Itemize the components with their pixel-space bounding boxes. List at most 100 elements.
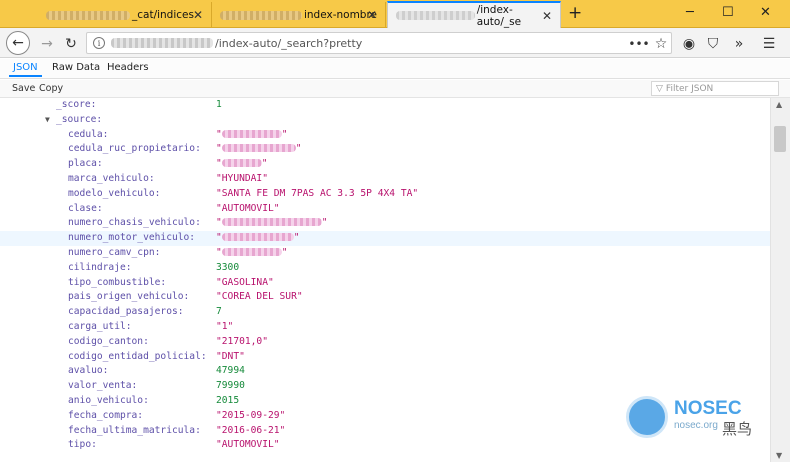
new-tab-icon[interactable]: + — [568, 3, 582, 23]
redaction-blur — [221, 159, 262, 168]
json-row[interactable]: valor_venta: 79990 — [0, 379, 770, 394]
json-value: 1 — [216, 99, 222, 110]
json-value: "SANTA FE DM 7PAS AC 3.3 5P 4X4 TA" — [216, 187, 419, 199]
scroll-up-icon[interactable]: ▲ — [776, 100, 782, 109]
json-value: 3300 — [216, 261, 240, 273]
tab-headers[interactable]: Headers — [107, 62, 149, 73]
json-key: numero_motor_vehiculo: — [68, 232, 196, 244]
json-key: _source: — [56, 113, 103, 125]
redacted-host — [396, 11, 475, 20]
json-row[interactable]: carga_util: "1" — [0, 320, 770, 335]
json-key: codigo_canton: — [68, 335, 149, 347]
reload-icon[interactable]: ↻ — [60, 33, 82, 55]
json-row-score[interactable]: _score: 1 — [0, 98, 770, 113]
redacted-host — [220, 10, 302, 20]
json-row[interactable]: codigo_entidad_policial: "DNT" — [0, 350, 770, 365]
close-icon[interactable]: ✕ — [193, 8, 203, 22]
watermark: NOSEC nosec.org 黑鸟 — [624, 394, 774, 444]
json-key: fecha_ultima_matricula: — [68, 424, 201, 436]
redaction-blur — [221, 233, 294, 242]
scrollbar-thumb[interactable] — [774, 126, 786, 152]
tab-index-nombre[interactable]: index-nombre ✕ — [212, 2, 386, 28]
more-dots-icon[interactable]: ••• — [628, 33, 650, 55]
json-key: numero_camv_cpn: — [68, 247, 161, 258]
json-key: numero_chasis_vehiculo: — [68, 217, 201, 229]
filter-json-input[interactable]: ▽ Filter JSON — [651, 81, 779, 96]
json-value: "HYUNDAI" — [216, 173, 268, 184]
json-row[interactable]: pais_origen_vehiculo: "COREA DEL SUR" — [0, 290, 770, 305]
save-button[interactable]: Save — [12, 83, 35, 94]
redaction-blur — [221, 129, 282, 138]
json-row[interactable]: avaluo: 47994 — [0, 364, 770, 379]
json-row[interactable]: numero_motor_vehiculo: " " — [0, 231, 770, 246]
filter-placeholder: Filter JSON — [665, 83, 714, 94]
expand-triangle-icon[interactable]: ▼ — [45, 113, 50, 128]
forward-arrow-icon[interactable]: → — [36, 33, 58, 55]
nosec-logo-icon — [626, 396, 668, 438]
json-value: "DNT" — [216, 350, 245, 362]
tab-index-auto[interactable]: /index-auto/_se ✕ — [387, 1, 561, 28]
scroll-down-icon[interactable]: ▼ — [776, 451, 782, 460]
json-row[interactable]: modelo_vehiculo: "SANTA FE DM 7PAS AC 3.3… — [0, 187, 770, 202]
json-key: placa: — [68, 158, 103, 170]
json-key: capacidad_pasajeros: — [68, 306, 184, 318]
pocket-icon[interactable]: ◉ — [678, 33, 700, 55]
json-row[interactable]: numero_camv_cpn: " " — [0, 246, 770, 261]
json-row[interactable]: cedula_ruc_propietario: " " — [0, 142, 770, 157]
tab-label: /index-auto/_se — [476, 3, 522, 28]
redacted-value: " " — [216, 217, 328, 229]
json-value: "2016-06-21" — [216, 424, 286, 436]
json-row[interactable]: cilindraje: 3300 — [0, 261, 770, 276]
json-key: _score: — [56, 99, 97, 110]
json-row[interactable]: tipo_combustible: "GASOLINA" — [0, 276, 770, 291]
back-arrow-icon[interactable]: ← — [6, 31, 30, 55]
json-key: modelo_vehiculo: — [68, 187, 161, 199]
json-viewer-tabs: JSON Raw Data Headers — [0, 59, 790, 79]
redaction-blur — [221, 218, 322, 227]
json-key: cedula: — [68, 128, 109, 140]
navigation-bar: ← → ↻ i /index-auto/_search?pretty ••• ☆… — [0, 28, 790, 58]
info-icon[interactable]: i — [93, 37, 105, 49]
json-key: marca_vehiculo: — [68, 173, 155, 184]
maximize-icon[interactable]: ☐ — [722, 5, 734, 20]
json-key: valor_venta: — [68, 380, 138, 392]
tab-cat-indices[interactable]: _cat/indices ✕ — [38, 2, 212, 28]
overflow-chevron-icon[interactable]: » — [728, 33, 750, 55]
menu-icon[interactable]: ☰ — [758, 33, 780, 55]
json-row[interactable]: clase: "AUTOMOVIL" — [0, 202, 770, 217]
copy-button[interactable]: Copy — [39, 83, 63, 94]
json-key: cedula_ruc_propietario: — [68, 143, 201, 155]
url-bar[interactable]: i /index-auto/_search?pretty — [86, 32, 672, 54]
watermark-brand: NOSEC — [674, 398, 742, 419]
json-row-source[interactable]: ▼ _source: — [0, 113, 770, 128]
shield-icon[interactable]: ⛉ — [702, 33, 724, 55]
redacted-value: " " — [216, 247, 288, 258]
watermark-cn: 黑鸟 — [722, 420, 753, 438]
json-toolbar: Save Copy ▽ Filter JSON — [0, 80, 790, 98]
watermark-sub: nosec.org — [674, 420, 718, 431]
close-window-icon[interactable]: ✕ — [760, 5, 771, 20]
json-key: avaluo: — [68, 365, 109, 377]
json-row[interactable]: cedula: " " — [0, 128, 770, 143]
json-row[interactable]: codigo_canton: "21701,0" — [0, 335, 770, 350]
json-row[interactable]: numero_chasis_vehiculo: " " — [0, 216, 770, 231]
bookmark-star-icon[interactable]: ☆ — [650, 33, 672, 55]
tab-json[interactable]: JSON — [9, 62, 42, 77]
close-icon[interactable]: ✕ — [367, 8, 377, 22]
json-value: "COREA DEL SUR" — [216, 291, 303, 303]
json-row[interactable]: placa: " " — [0, 157, 770, 172]
redacted-value: " " — [216, 143, 302, 155]
close-icon[interactable]: ✕ — [542, 9, 552, 23]
json-value: "1" — [216, 321, 234, 332]
json-row[interactable]: capacidad_pasajeros: 7 — [0, 305, 770, 320]
tab-label: _cat/indices — [132, 9, 194, 21]
json-value: 47994 — [216, 365, 245, 377]
json-key: clase: — [68, 202, 103, 214]
json-value: 2015 — [216, 395, 240, 406]
tab-raw-data[interactable]: Raw Data — [52, 62, 100, 73]
json-value: "AUTOMOVIL" — [216, 439, 280, 451]
json-value: "2015-09-29" — [216, 409, 286, 421]
json-row[interactable]: marca_vehiculo: "HYUNDAI" — [0, 172, 770, 187]
filter-icon: ▽ — [656, 83, 663, 94]
minimize-icon[interactable]: ─ — [686, 5, 694, 20]
